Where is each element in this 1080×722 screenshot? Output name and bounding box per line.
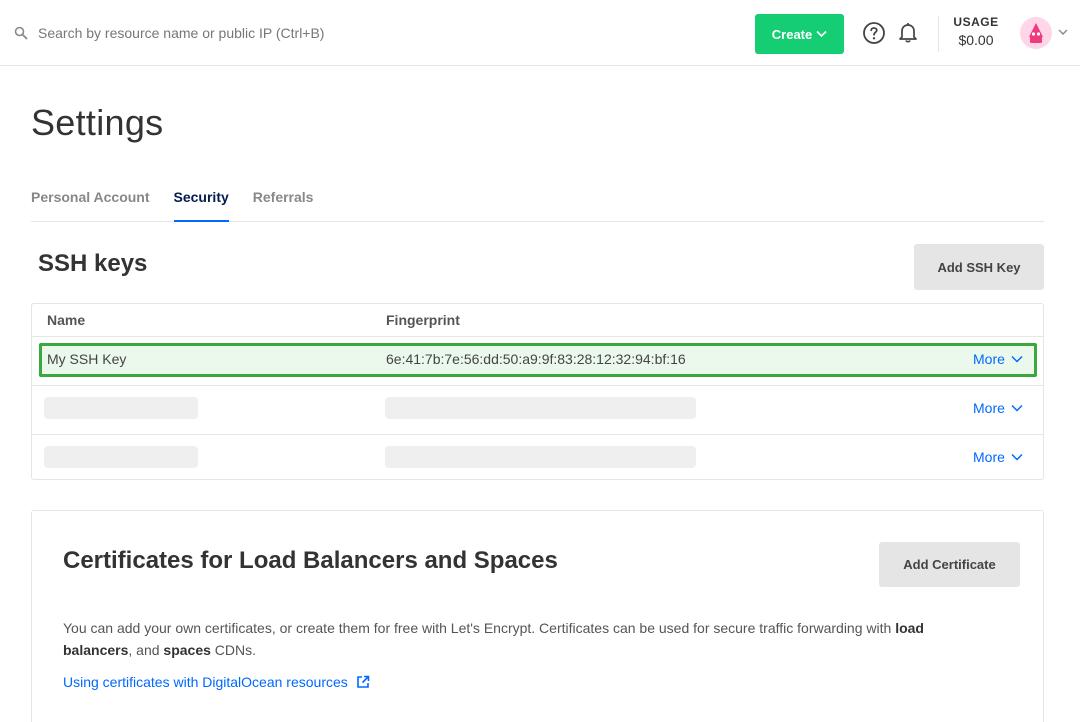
certificates-docs-link[interactable]: Using certificates with DigitalOcean res… <box>63 674 370 690</box>
ssh-keys-title: SSH keys <box>38 250 148 277</box>
more-label: More <box>973 449 1005 465</box>
ssh-keys-table: Name Fingerprint My SSH Key 6e:41:7b:7e:… <box>31 303 1044 480</box>
chevron-down-icon[interactable] <box>1057 26 1069 38</box>
tab-referrals[interactable]: Referrals <box>253 186 314 222</box>
avatar[interactable] <box>1020 17 1052 49</box>
chevron-down-icon <box>816 30 827 38</box>
ssh-key-fingerprint: 6e:41:7b:7e:56:dd:50:a9:9f:83:28:12:32:9… <box>386 351 686 367</box>
column-header-fingerprint: Fingerprint <box>386 312 460 328</box>
more-dropdown[interactable]: More <box>973 400 1023 416</box>
loading-placeholder <box>385 446 696 468</box>
page-title: Settings <box>31 102 164 143</box>
bell-icon[interactable] <box>896 20 920 44</box>
tab-security[interactable]: Security <box>173 186 229 222</box>
table-row: My SSH Key 6e:41:7b:7e:56:dd:50:a9:9f:83… <box>32 336 1043 385</box>
table-row: More <box>32 434 1043 483</box>
chevron-down-icon <box>1011 404 1023 412</box>
loading-placeholder <box>385 397 696 419</box>
top-bar: Create USAGE $0.00 <box>0 0 1080 66</box>
tab-personal-account[interactable]: Personal Account <box>31 186 150 222</box>
more-dropdown[interactable]: More <box>973 449 1023 465</box>
create-button[interactable]: Create <box>755 14 844 54</box>
search-bar[interactable] <box>14 20 434 46</box>
desc-bold: spaces <box>163 642 211 658</box>
desc-text: , and <box>128 642 164 658</box>
usage-indicator[interactable]: USAGE $0.00 <box>950 15 1002 48</box>
topbar-divider <box>938 16 939 52</box>
help-icon[interactable] <box>862 21 886 45</box>
desc-text: You can add your own certificates, or cr… <box>63 620 896 636</box>
usage-label: USAGE <box>953 15 999 29</box>
loading-placeholder <box>44 397 198 419</box>
add-certificate-button[interactable]: Add Certificate <box>879 542 1020 587</box>
chevron-down-icon <box>1011 453 1023 461</box>
loading-placeholder <box>44 446 198 468</box>
add-ssh-key-button[interactable]: Add SSH Key <box>914 244 1044 290</box>
certificates-card: Certificates for Load Balancers and Spac… <box>31 510 1044 722</box>
table-row: More <box>32 385 1043 434</box>
certificates-description: You can add your own certificates, or cr… <box>63 617 993 661</box>
settings-tabs: Personal Account Security Referrals <box>31 186 1044 222</box>
link-text: Using certificates with DigitalOcean res… <box>63 674 348 690</box>
ssh-key-name: My SSH Key <box>47 351 127 367</box>
external-link-icon <box>356 675 370 688</box>
chevron-down-icon <box>1011 355 1023 363</box>
usage-value: $0.00 <box>958 32 994 48</box>
more-dropdown[interactable]: More <box>973 351 1023 367</box>
more-label: More <box>973 400 1005 416</box>
search-icon <box>14 25 30 41</box>
search-input[interactable] <box>38 25 418 41</box>
desc-text: CDNs. <box>210 642 257 658</box>
create-label: Create <box>771 26 813 42</box>
column-header-name: Name <box>47 312 86 328</box>
more-label: More <box>973 351 1005 367</box>
certificates-title: Certificates for Load Balancers and Spac… <box>63 547 558 574</box>
